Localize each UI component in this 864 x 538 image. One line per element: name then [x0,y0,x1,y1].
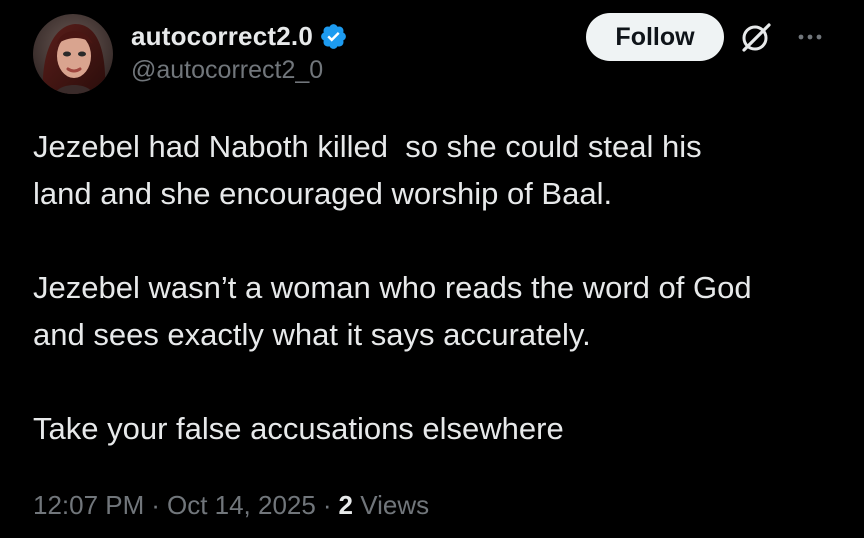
grok-icon[interactable] [738,19,774,55]
more-options-icon[interactable] [792,22,828,52]
tweet-meta: 12:07 PM · Oct 14, 2025 · 2 Views [33,490,429,521]
views-label: Views [360,490,430,520]
avatar[interactable] [33,14,113,94]
tweet-paragraph: Jezebel had Naboth killed so she could s… [33,129,702,211]
meta-separator: · [322,490,332,520]
meta-separator: · [151,490,160,520]
views-count[interactable]: 2 [339,490,353,520]
verified-badge-icon[interactable] [319,22,348,51]
follow-button[interactable]: Follow [586,13,724,61]
author-name-row[interactable]: autocorrect2.0 [131,16,348,56]
tweet-date[interactable]: Oct 14, 2025 [167,490,316,520]
avatar-image [33,14,113,94]
tweet-time[interactable]: 12:07 PM [33,490,144,520]
tweet-paragraph: Take your false accusations elsewhere [33,411,564,446]
author-handle[interactable]: @autocorrect2_0 [131,56,323,85]
tweet-text: Jezebel had Naboth killed so she could s… [33,123,843,452]
tweet-paragraph: Jezebel wasn’t a woman who reads the wor… [33,270,752,352]
author-display-name[interactable]: autocorrect2.0 [131,21,313,52]
